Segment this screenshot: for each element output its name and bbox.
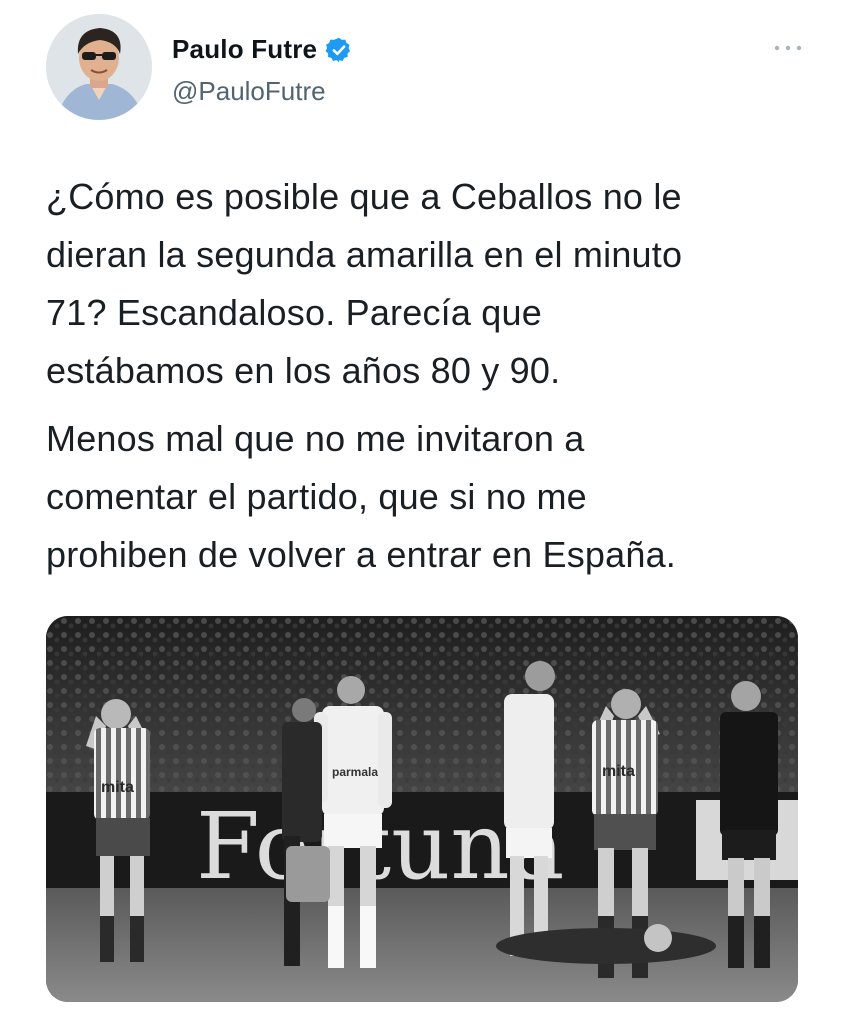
football-match-photo: Fortuna mita parmalat <box>46 616 798 1002</box>
tweet-card: Paulo Futre @PauloFutre ¿Cómo es posible… <box>0 0 848 1024</box>
svg-text:mita: mita <box>602 763 635 780</box>
tweet-paragraph-2: Menos mal que no me invitaron a comentar… <box>46 418 677 575</box>
svg-text:parmalat: parmalat <box>332 765 382 779</box>
verified-badge-icon <box>325 36 353 64</box>
svg-text:mita: mita <box>101 779 134 796</box>
author-avatar[interactable] <box>46 14 152 120</box>
author-name-row[interactable]: Paulo Futre <box>172 34 353 65</box>
tweet-text: ¿Cómo es posible que a Ceballos no le di… <box>46 168 806 594</box>
tweet-header: Paulo Futre @PauloFutre <box>46 14 808 124</box>
tweet-paragraph-1: ¿Cómo es posible que a Ceballos no le di… <box>46 176 683 391</box>
tweet-photo[interactable]: Fortuna mita parmalat <box>46 616 798 1002</box>
avatar-photo <box>46 14 152 120</box>
author-handle[interactable]: @PauloFutre <box>172 76 326 107</box>
more-dots-icon[interactable] <box>770 38 806 58</box>
author-display-name[interactable]: Paulo Futre <box>172 34 317 65</box>
